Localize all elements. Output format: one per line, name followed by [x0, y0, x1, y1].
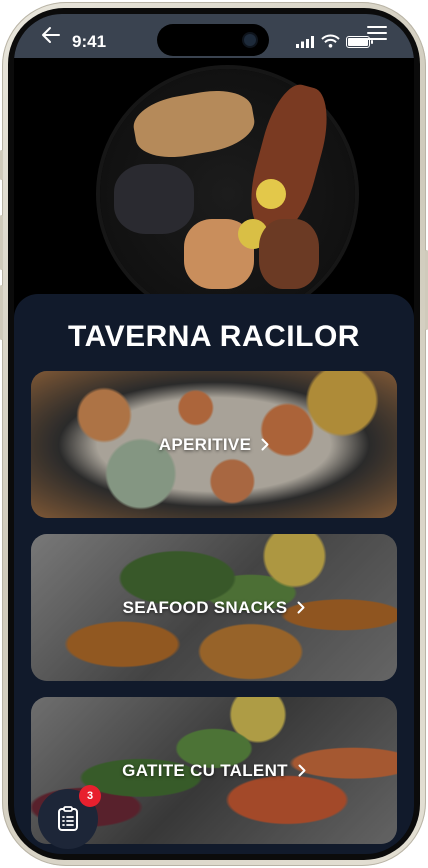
category-label-gatite-cu-talent: GATITE CU TALENT: [122, 760, 288, 780]
status-bar: 9:41: [14, 14, 414, 58]
chevron-right-icon: [261, 438, 269, 451]
chevron-right-icon: [297, 601, 305, 614]
app-screen: 9:41 TAVERNA RACILOR APERITIVE SEAFOOD S…: [14, 14, 414, 854]
phone-side-button: [0, 150, 3, 180]
arrow-left-icon[interactable]: [40, 24, 62, 46]
hamburger-menu-icon[interactable]: [366, 24, 388, 42]
chevron-right-icon: [298, 764, 306, 777]
wifi-icon: [321, 34, 340, 48]
cellular-signal-icon: [296, 36, 314, 48]
category-card-seafood-snacks[interactable]: SEAFOOD SNACKS: [31, 534, 397, 681]
food-fish: [259, 219, 319, 289]
card-label-row: APERITIVE: [31, 371, 397, 518]
category-label-seafood-snacks: SEAFOOD SNACKS: [122, 597, 288, 617]
restaurant-title: TAVERNA RACILOR: [68, 320, 360, 353]
category-card-aperitive[interactable]: APERITIVE: [31, 371, 397, 518]
status-time: 9:41: [72, 32, 107, 51]
phone-volume-down: [0, 285, 3, 340]
category-label-aperitive: APERITIVE: [158, 434, 252, 454]
phone-volume-up: [0, 215, 3, 270]
order-count-badge: 3: [79, 785, 101, 807]
food-mussels: [114, 164, 194, 234]
clipboard-list-icon: [58, 806, 78, 831]
food-lemon: [256, 179, 286, 209]
hero-dish-image: [14, 14, 414, 314]
card-label-row: SEAFOOD SNACKS: [31, 534, 397, 681]
front-camera: [244, 34, 256, 46]
